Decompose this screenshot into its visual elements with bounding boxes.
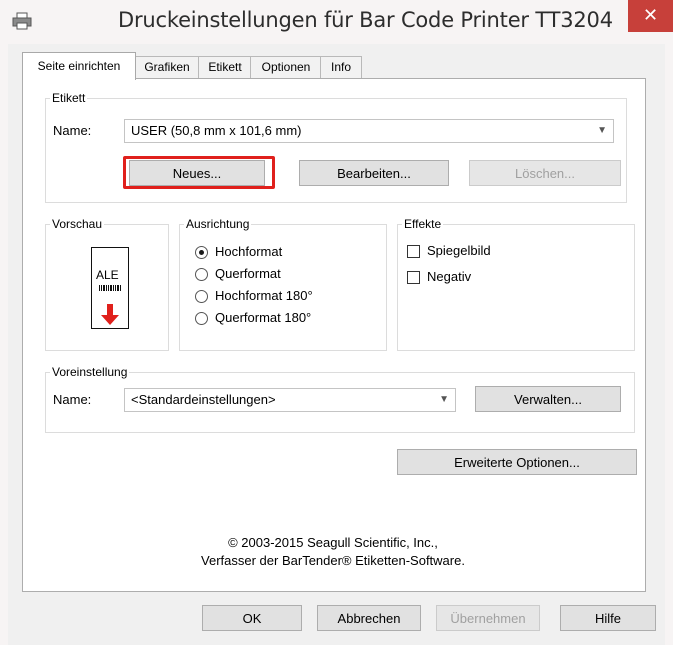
manage-presets-button[interactable]: Verwalten... xyxy=(475,386,621,412)
new-label-button[interactable]: Neues... xyxy=(129,160,265,186)
label-select-value: USER (50,8 mm x 101,6 mm) xyxy=(131,123,302,138)
option-querformat-180: Querformat 180° xyxy=(215,310,312,325)
etikett-name-label: Name: xyxy=(53,123,92,138)
checkbox-negativ[interactable] xyxy=(407,271,420,284)
ausrichtung-group-label: Ausrichtung xyxy=(186,217,250,231)
option-hochformat: Hochformat xyxy=(215,244,283,259)
effekte-group-label: Effekte xyxy=(404,217,442,231)
voreinstellung-group-label: Voreinstellung xyxy=(52,365,128,379)
delete-label-button[interactable]: Löschen... xyxy=(469,160,621,186)
advanced-options-button[interactable]: Erweiterte Optionen... xyxy=(397,449,637,475)
edit-label-button[interactable]: Bearbeiten... xyxy=(299,160,449,186)
preset-select-value: <Standardeinstellungen> xyxy=(131,392,276,407)
radio-selected-dot xyxy=(199,250,204,255)
print-settings-dialog: Druckeinstellungen für Bar Code Printer … xyxy=(0,0,673,645)
tab-optionen[interactable]: Optionen xyxy=(250,56,322,79)
ausrichtung-group: Ausrichtung xyxy=(179,217,387,351)
close-button[interactable]: ✕ xyxy=(628,0,673,32)
preview-label: ALE xyxy=(91,247,129,329)
tab-grafiken[interactable]: Grafiken xyxy=(134,56,200,79)
radio-querformat[interactable] xyxy=(195,268,208,281)
help-button[interactable]: Hilfe xyxy=(560,605,656,631)
printer-icon xyxy=(12,12,32,30)
radio-hochformat[interactable] xyxy=(195,246,208,259)
option-querformat: Querformat xyxy=(215,266,281,281)
vorschau-group-label: Vorschau xyxy=(52,217,103,231)
tab-info[interactable]: Info xyxy=(320,56,362,79)
checkbox-spiegelbild[interactable] xyxy=(407,245,420,258)
voreinstellung-name-label: Name: xyxy=(53,392,92,407)
title-bar: Druckeinstellungen für Bar Code Printer … xyxy=(0,0,673,44)
etikett-group-label: Etikett xyxy=(52,91,86,105)
option-negativ: Negativ xyxy=(427,269,472,284)
effekte-group: Effekte xyxy=(397,217,635,351)
window-frame-left xyxy=(0,44,8,645)
copyright-line-2: Verfasser der BarTender® Etiketten-Softw… xyxy=(201,553,465,568)
tab-seite-einrichten[interactable]: Seite einrichten xyxy=(22,52,136,80)
radio-querformat-180[interactable] xyxy=(195,312,208,325)
chevron-down-icon: ▼ xyxy=(439,394,449,405)
option-hochformat-180: Hochformat 180° xyxy=(215,288,313,303)
cancel-button[interactable]: Abbrechen xyxy=(317,605,421,631)
tab-panel: Etikett Name: USER (50,8 mm x 101,6 mm) … xyxy=(22,78,646,592)
label-select[interactable]: USER (50,8 mm x 101,6 mm) ▼ xyxy=(124,119,614,143)
apply-button[interactable]: Übernehmen xyxy=(436,605,540,631)
option-spiegelbild: Spiegelbild xyxy=(427,243,491,258)
barcode-icon xyxy=(98,284,122,292)
copyright-line-1: © 2003-2015 Seagull Scientific, Inc., xyxy=(228,535,438,550)
window-title: Druckeinstellungen für Bar Code Printer … xyxy=(118,8,613,32)
preview-text: ALE xyxy=(96,268,119,282)
radio-hochformat-180[interactable] xyxy=(195,290,208,303)
preset-select[interactable]: <Standardeinstellungen> ▼ xyxy=(124,388,456,412)
close-icon: ✕ xyxy=(642,5,659,26)
arrow-down-icon xyxy=(101,304,119,325)
window-frame-right xyxy=(665,44,673,645)
tab-etikett[interactable]: Etikett xyxy=(198,56,252,79)
ok-button[interactable]: OK xyxy=(202,605,302,631)
chevron-down-icon: ▼ xyxy=(597,125,607,136)
